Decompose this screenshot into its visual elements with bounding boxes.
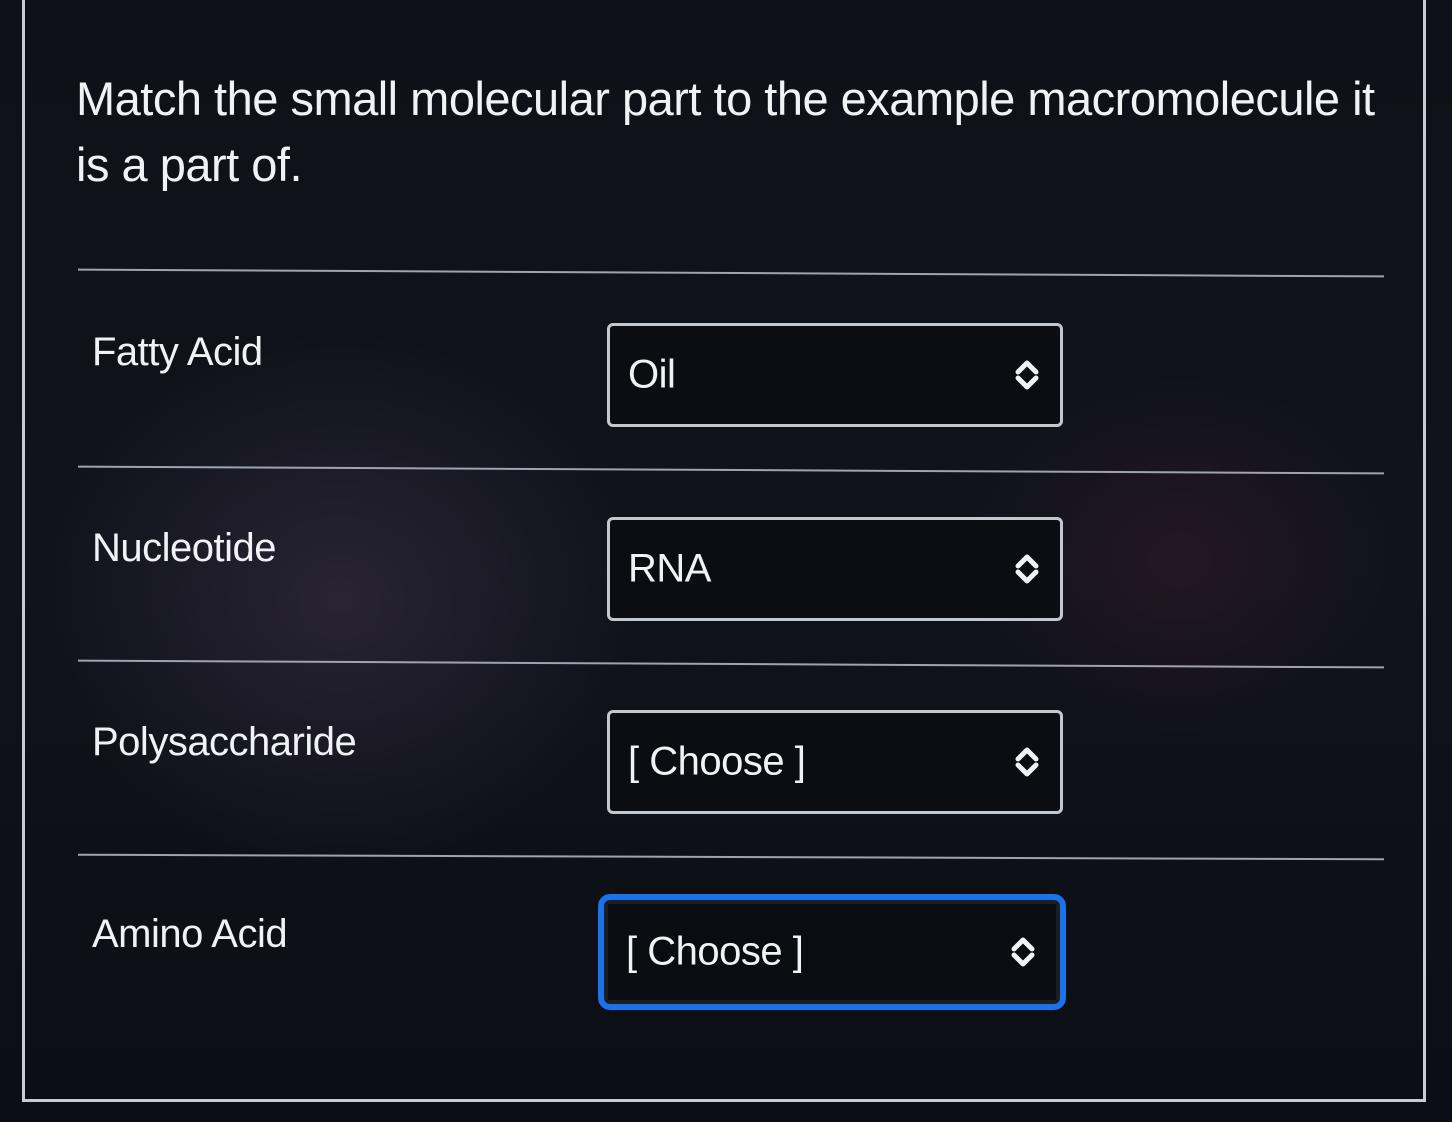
match-label-polysaccharide: Polysaccharide — [92, 720, 357, 764]
up-down-chevron-icon — [1015, 554, 1039, 584]
match-select-polysaccharide[interactable]: [ Choose ] — [607, 710, 1063, 814]
up-down-chevron-icon — [1015, 747, 1039, 777]
up-down-chevron-icon — [1015, 360, 1039, 390]
select-value: [ Choose ] — [626, 929, 804, 974]
match-select-nucleotide[interactable]: RNA — [607, 517, 1063, 621]
select-value: Oil — [628, 352, 676, 397]
select-value: [ Choose ] — [628, 739, 806, 784]
match-select-fatty-acid[interactable]: Oil — [607, 323, 1063, 427]
match-label-fatty-acid: Fatty Acid — [92, 330, 263, 374]
match-select-amino-acid[interactable]: [ Choose ] — [604, 900, 1060, 1004]
match-label-nucleotide: Nucleotide — [92, 526, 277, 570]
screen-background: Match the small molecular part to the ex… — [0, 0, 1452, 1122]
question-prompt: Match the small molecular part to the ex… — [76, 72, 1375, 191]
match-label-amino-acid: Amino Acid — [92, 912, 288, 956]
up-down-chevron-icon — [1011, 937, 1035, 967]
select-value: RNA — [628, 546, 711, 591]
